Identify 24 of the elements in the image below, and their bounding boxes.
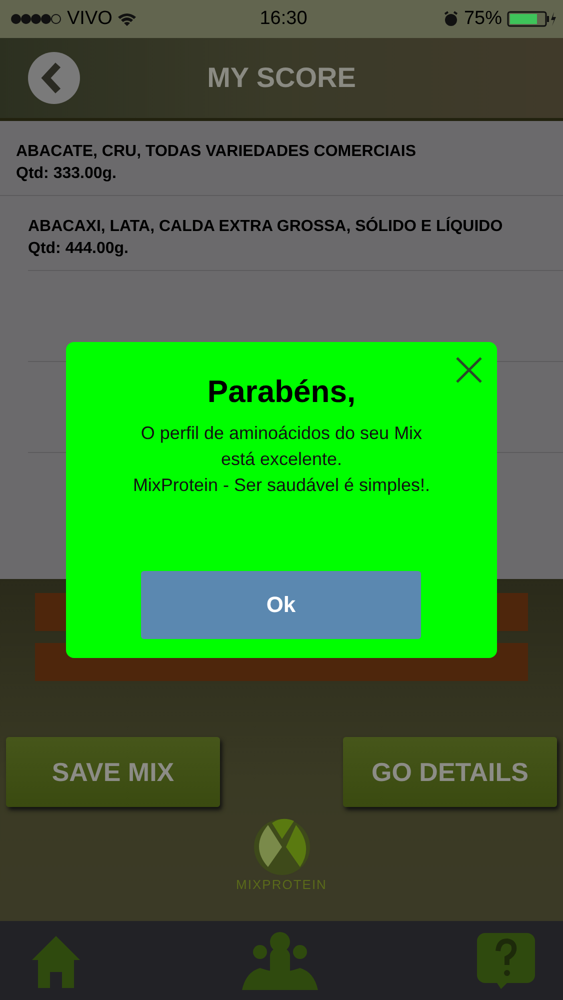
carrier-name: VIVO	[67, 8, 112, 30]
screen-title: MY SCORE	[206, 62, 357, 94]
signal-icon	[10, 13, 62, 25]
food-name: ABACAXI, LATA, CALDA EXTRA GROSSA, SÓLIDO E LÍQUIDO	[28, 216, 504, 237]
home-icon[interactable]	[30, 934, 82, 988]
people-icon[interactable]	[242, 932, 318, 990]
battery-percent: 75%	[464, 8, 502, 30]
action-button[interactable]: SAVE MIX	[6, 737, 220, 807]
action-button[interactable]: GO DETAILS	[343, 737, 557, 807]
battery-icon	[506, 10, 557, 28]
food-quantity: Qtd: 444.00g.	[28, 239, 130, 259]
close-icon[interactable]	[455, 356, 483, 384]
ok-button[interactable]: Ok	[141, 571, 421, 639]
dialog-message: está excelente.	[220, 448, 342, 471]
back-button[interactable]	[28, 52, 80, 104]
dialog-message: O perfil de aminoácidos do seu Mix	[140, 422, 422, 445]
dialog-message: MixProtein - Ser saudável é simples!.	[132, 474, 430, 497]
dialog-title: Parabéns,	[207, 374, 356, 410]
help-icon[interactable]	[477, 933, 535, 989]
alarm-icon	[442, 11, 459, 27]
wifi-icon	[117, 12, 138, 26]
food-quantity: Qtd: 333.00g.	[16, 164, 118, 184]
food-name: ABACATE, CRU, TODAS VARIEDADES COMERCIAIS	[16, 142, 418, 162]
clock-time: 16:30	[260, 8, 308, 30]
